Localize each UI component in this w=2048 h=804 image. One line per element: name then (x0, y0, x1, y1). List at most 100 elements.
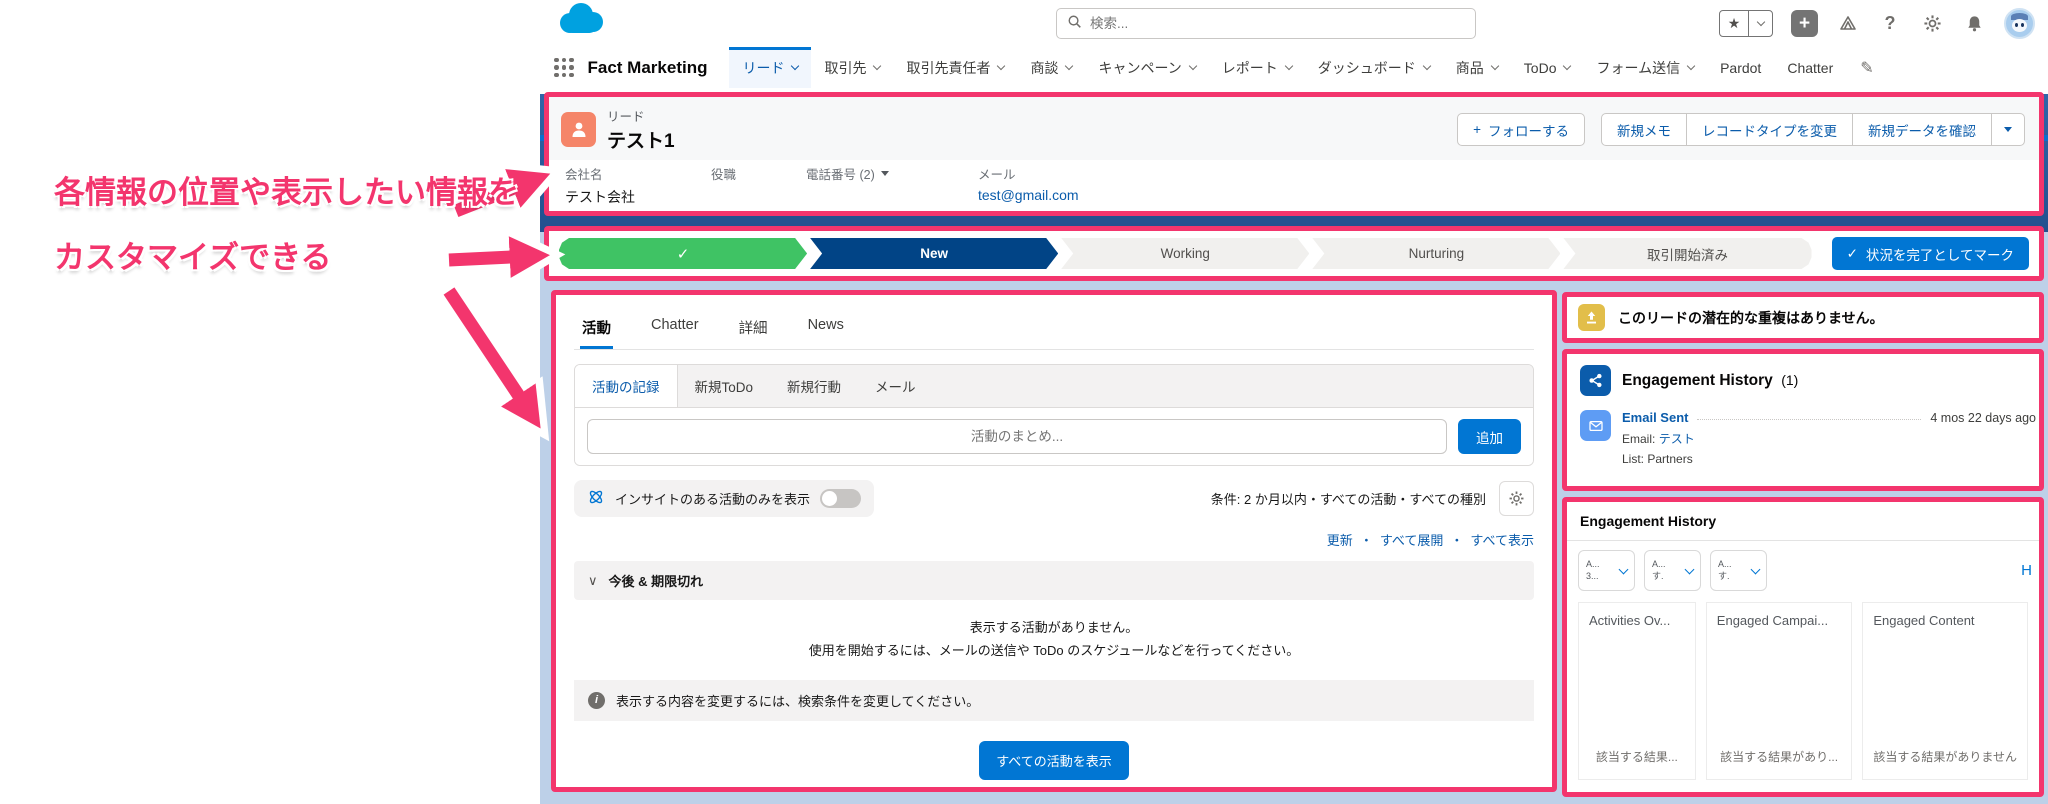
engagement-history-card: Engagement History (1) Email Sent 4 mos … (1562, 349, 2044, 491)
activity-panel: 活動 Chatter 詳細 News 活動の記録 新規ToDo 新規行動 メール… (551, 290, 1557, 792)
dashboard-filter-1[interactable]: A... 3... (1578, 550, 1635, 591)
app-name: Fact Marketing (587, 57, 708, 77)
mark-status-complete-button[interactable]: ✓ 状況を完了としてマーク (1831, 237, 2029, 270)
setup-gear-icon[interactable] (1920, 12, 1944, 36)
check-new-data-button[interactable]: 新規データを確認 (1852, 113, 1992, 146)
notifications-bell-icon[interactable] (1962, 12, 1986, 36)
subtab-email[interactable]: メール (858, 365, 933, 407)
more-actions-dropdown[interactable] (1991, 113, 2025, 146)
view-all-activities-button[interactable]: すべての活動を表示 (979, 740, 1129, 780)
path-step-working[interactable]: Working (1061, 238, 1309, 269)
global-search[interactable] (1056, 8, 1476, 39)
edit-nav-pencil-icon[interactable]: ✎ (1860, 58, 1873, 78)
nav-tab-opportunities[interactable]: 商談 (1017, 47, 1085, 88)
global-actions-button[interactable]: + (1791, 10, 1818, 37)
activity-filter-gear-icon[interactable] (1499, 481, 1534, 516)
field-title: 役職 (711, 168, 737, 182)
email-icon (1580, 410, 1611, 441)
email-link[interactable]: test@gmail.com (978, 187, 2023, 204)
chevron-down-icon (791, 61, 800, 71)
chevron-down-icon (1684, 564, 1695, 574)
record-name: テスト1 (607, 131, 675, 152)
object-label: リード (607, 110, 645, 124)
card-title: Engagement History (1622, 371, 1773, 389)
subtab-new-todo[interactable]: 新規ToDo (678, 365, 771, 407)
check-icon: ✓ (676, 245, 690, 263)
potential-duplicates-icon (1578, 304, 1605, 331)
activity-summary-input[interactable] (587, 419, 1447, 454)
record-header-panel: リード テスト1 + フォローする 新規メモ レコードタイプを変更 新規データを… (544, 92, 2044, 216)
path-step-completed[interactable]: ✓ (559, 238, 807, 269)
duplicate-notice-text: このリードの潜在的な重複はありません。 (1618, 309, 1884, 326)
insights-toggle-switch[interactable] (820, 489, 862, 508)
card-count: (1) (1781, 371, 1799, 388)
field-email: メール test@gmail.com (978, 164, 2023, 207)
path-step-nurturing[interactable]: Nurturing (1312, 238, 1560, 269)
path-step-converted[interactable]: 取引開始済み (1563, 238, 1811, 269)
user-avatar[interactable] (2004, 8, 2035, 39)
nav-tab-products[interactable]: 商品 (1443, 47, 1511, 88)
add-button[interactable]: 追加 (1458, 419, 1521, 454)
report-column-activities: Activities Ov... 該当する結果... (1578, 602, 1696, 780)
email-name-link[interactable]: テスト (1659, 432, 1695, 446)
global-header: ★ + ? (540, 0, 2048, 141)
refresh-link[interactable]: 更新 (1327, 530, 1353, 549)
chevron-down-icon (1490, 61, 1500, 71)
search-input[interactable] (1090, 16, 1465, 31)
report-column-content: Engaged Content 該当する結果がありません (1862, 602, 2028, 780)
phone-dropdown-icon[interactable] (880, 171, 889, 176)
favorites-button[interactable]: ★ (1719, 10, 1773, 37)
engagement-history-icon (1580, 365, 1611, 396)
annotation-text: 各情報の位置や表示したい情報を カスタマイズできる (54, 175, 519, 276)
nav-tab-accounts[interactable]: 取引先 (811, 47, 893, 88)
dropdown-triangle-icon (2004, 127, 2012, 132)
nav-tab-form-submit[interactable]: フォーム送信 (1583, 47, 1707, 88)
tab-details[interactable]: 詳細 (737, 307, 770, 349)
field-phone: 電話番号 (2) (806, 164, 978, 207)
section-chevron-icon: ∨ (588, 572, 598, 588)
chevron-down-icon (1422, 61, 1432, 71)
upcoming-overdue-section-header[interactable]: ∨ 今後 & 期限切れ (574, 561, 1534, 600)
nav-tab-contacts[interactable]: 取引先責任者 (893, 47, 1017, 88)
tab-news[interactable]: News (806, 307, 846, 349)
chevron-down-icon (873, 61, 882, 71)
app-launcher-icon[interactable] (554, 57, 574, 78)
dashboard-filter-2[interactable]: A... す. (1644, 550, 1701, 591)
star-icon[interactable]: ★ (1720, 11, 1749, 36)
empty-state-message: 表示する活動がありません。 使用を開始するには、メールの送信や ToDo のスケ… (808, 620, 1300, 658)
insights-toggle-group: インサイトのある活動のみを表示 (574, 480, 875, 517)
tab-chatter[interactable]: Chatter (649, 307, 701, 349)
subtab-new-event[interactable]: 新規行動 (770, 365, 858, 407)
nav-tab-leads[interactable]: リード (729, 47, 812, 88)
nav-tab-reports[interactable]: レポート (1209, 47, 1305, 88)
nav-tab-chatter[interactable]: Chatter (1774, 47, 1846, 88)
new-note-button[interactable]: 新規メモ (1601, 113, 1687, 146)
email-sent-link[interactable]: Email Sent (1622, 410, 1688, 425)
nav-tab-dashboards[interactable]: ダッシュボード (1305, 47, 1443, 88)
nav-tab-todo[interactable]: ToDo (1511, 47, 1584, 88)
nav-tab-pardot[interactable]: Pardot (1707, 47, 1774, 88)
dashboard-truncated-link[interactable]: H (2021, 562, 2032, 579)
salesforce-logo (554, 1, 608, 46)
plus-icon: + (1473, 122, 1481, 137)
field-company: 会社名 テスト会社 (565, 168, 635, 205)
expand-all-link[interactable]: すべて展開 (1380, 530, 1444, 549)
change-record-type-button[interactable]: レコードタイプを変更 (1686, 113, 1853, 146)
dashboard-filter-3[interactable]: A... す. (1710, 550, 1767, 591)
sales-path-panel: ✓ New Working Nurturing 取引開始済み ✓ 状況を完了とし… (544, 226, 2044, 281)
duplicate-notice-panel: このリードの潜在的な重複はありません。 (1562, 292, 2044, 343)
info-banner: i 表示する内容を変更するには、検索条件を変更してください。 (574, 679, 1534, 721)
view-all-link[interactable]: すべて表示 (1470, 530, 1534, 549)
path-step-new[interactable]: New (810, 238, 1058, 269)
lead-object-icon (561, 112, 596, 147)
tab-activity[interactable]: 活動 (580, 307, 613, 349)
follow-button[interactable]: + フォローする (1457, 113, 1585, 146)
report-column-campaigns: Engaged Campai... 該当する結果があり... (1705, 602, 1853, 780)
help-icon[interactable]: ? (1878, 12, 1902, 36)
nav-tab-campaigns[interactable]: キャンペーン (1085, 47, 1208, 88)
chevron-down-icon (1563, 61, 1572, 71)
subtab-log-activity[interactable]: 活動の記録 (575, 365, 678, 407)
chevron-down-icon (997, 61, 1006, 71)
favorites-dropdown[interactable] (1749, 11, 1772, 36)
guidance-icon[interactable] (1836, 12, 1860, 36)
